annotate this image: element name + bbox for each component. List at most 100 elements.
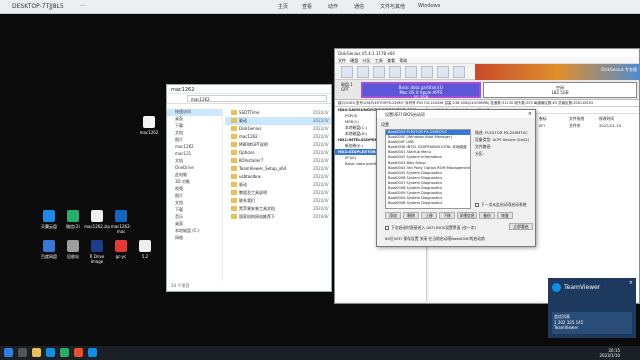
nav-item[interactable]: 下载 (167, 207, 222, 214)
file-date: 2022/4/ (313, 142, 329, 147)
new-partition-icon[interactable] (405, 66, 417, 78)
disk-label: 磁盘 1 GPT (341, 82, 353, 92)
next-boot-checkbox[interactable]: 下一次从此启动项启动系统 (475, 202, 527, 208)
search-icon[interactable] (18, 348, 27, 357)
move-down-button[interactable]: 下移 (439, 212, 455, 219)
toolbar-communicate-button[interactable]: 通信 (354, 3, 364, 10)
table-cell[interactable]: EFI (539, 123, 545, 128)
nav-item[interactable]: 文档 (167, 130, 222, 137)
boot-entry-list[interactable]: Boot0004 PLEXTOR PX-256M7VC Boot000E [Win… (385, 129, 471, 209)
delete-button[interactable]: 删除 (403, 212, 419, 219)
file-row[interactable]: 黑苹果安装工具文档 2022/4/ (225, 205, 331, 213)
file-row[interactable]: SSDTTime 2022/4/ (225, 109, 331, 117)
nav-item[interactable]: 快速访问 (167, 109, 222, 116)
toolbar-view-button[interactable]: 查看 (302, 3, 312, 10)
recover-icon[interactable] (373, 66, 385, 78)
file-row[interactable]: usbtoolbox 2022/4/ (225, 173, 331, 181)
file-row[interactable]: MBR转GPT说明 2022/4/ (225, 141, 331, 149)
backup-button[interactable]: 备份 (479, 212, 495, 219)
partition-apfs[interactable]: Basic data partition(1) Mac OS X Apple AP… (361, 82, 481, 100)
file-row[interactable]: Options 2022/4/ (225, 149, 331, 157)
move-up-button[interactable]: 上移 (421, 212, 437, 219)
toolbar-windows-button[interactable]: Windows (418, 3, 440, 9)
desktop-icon[interactable]: 百度网盘 (36, 240, 62, 260)
nav-item[interactable]: 桌面 (167, 221, 222, 228)
desktop-icon[interactable]: mac1262.zip (84, 210, 110, 229)
restore-button[interactable]: 恢复 (497, 212, 513, 219)
nav-item[interactable]: 3D 对象 (167, 179, 222, 186)
diskgenius-taskbar-icon[interactable] (74, 348, 83, 357)
desktop-icon[interactable]: R Drive Image (84, 240, 110, 264)
restart-button[interactable]: 立即重启 (509, 223, 533, 230)
toolbar-files-button[interactable]: 文件与其他 (380, 3, 405, 10)
wechat-taskbar-icon[interactable] (60, 348, 69, 357)
desktop-icon[interactable]: 5.2 (132, 240, 158, 259)
wechat-icon (67, 210, 79, 222)
desktop-icon-mac1262[interactable]: mac1262 (136, 116, 162, 135)
nav-item[interactable]: mac1262 (167, 144, 222, 151)
session-item[interactable]: 会话列表 1 202 325 145 TeamViewer (552, 312, 632, 334)
enter-bios-checkbox[interactable]: 下次启动时直接进入 UEFI BIOS设置界面 (仅一次) (385, 225, 476, 231)
partition-free[interactable]: 空闲 182.5GB (483, 82, 637, 98)
file-icon (143, 116, 155, 128)
dg-menubar[interactable]: 文件 硬盘 分区 工具 查看 帮助 (335, 57, 639, 64)
file-date: 2022/4/ (313, 150, 329, 155)
explorer-taskbar-icon[interactable] (32, 348, 41, 357)
boot-entry[interactable]: Boot000B System Diagnostics (386, 201, 470, 206)
desktop-icon[interactable]: 微信(2) (60, 210, 86, 230)
nav-item[interactable]: 此电脑 (167, 172, 222, 179)
file-date: 2022/4/ (313, 206, 329, 211)
format-icon[interactable] (421, 66, 433, 78)
file-row[interactable]: mac1262 2022/4/ (225, 133, 331, 141)
taskbar-clock[interactable]: 20:15 2023/1/10 (599, 348, 620, 358)
file-row[interactable]: 国家机构网站推荐下 2016/8/ (225, 213, 331, 221)
nav-item[interactable]: 图片 (167, 137, 222, 144)
file-row[interactable]: 驱动 2022/4/ (225, 117, 331, 125)
file-row[interactable]: 驱动 2022/4/ (225, 181, 331, 189)
search-icon[interactable] (357, 66, 369, 78)
quick-partition-icon[interactable] (389, 66, 401, 78)
nav-item[interactable]: 桌面 (167, 116, 222, 123)
desktop-icon[interactable]: 回收站 (60, 240, 86, 260)
nav-item[interactable]: 文档 (167, 200, 222, 207)
nav-item[interactable]: OneDrive (167, 165, 222, 172)
file-date: 2022/4/ (313, 126, 329, 131)
remote-more-icon[interactable]: ··· (80, 3, 86, 10)
save-icon[interactable] (341, 66, 353, 78)
file-row[interactable]: DiskGenius 2022/4/ (225, 125, 331, 133)
nav-item[interactable]: 视频 (167, 186, 222, 193)
nav-item[interactable]: mac121 (167, 151, 222, 158)
desktop-icon[interactable]: mac1262-mac (108, 210, 134, 234)
nav-item[interactable]: 文档 (167, 158, 222, 165)
nav-item[interactable]: 音乐 (167, 214, 222, 221)
dg-toolbar: DiskGenius 专业版 (335, 64, 640, 80)
teamviewer-taskbar-icon[interactable] (88, 348, 97, 357)
edge-icon[interactable] (46, 348, 55, 357)
file-row[interactable]: 联系我们 2022/4/ (225, 197, 331, 205)
nav-item[interactable]: 本地磁盘 (C:) (167, 228, 222, 235)
nav-item[interactable]: 网络 (167, 235, 222, 242)
details-button[interactable]: 详细信息 (457, 212, 477, 219)
file-name: 国家机构网站推荐下 (239, 214, 275, 219)
desktop-icon[interactable]: 天翼云盘 (36, 210, 62, 230)
nav-item[interactable]: 下载 (167, 123, 222, 130)
close-icon[interactable]: × (629, 280, 633, 286)
file-row[interactable]: KOInstaller7 2022/4/ (225, 157, 331, 165)
desktop-icon[interactable]: gc-yc (108, 240, 134, 259)
address-input[interactable]: mac1262 (187, 95, 327, 102)
boot-entry[interactable]: Boot0004 3rd Party Option ROM Management (386, 166, 470, 171)
folder-icon (231, 142, 237, 147)
disk-info-line: 接口:SATA 型号:ATAPLEXTORPX-256M7 序列号:P02741… (335, 100, 639, 107)
nav-item[interactable]: 图片 (167, 193, 222, 200)
add-button[interactable]: 添加 (385, 212, 401, 219)
file-name: 教程及工具说明 (239, 190, 267, 195)
toolbar-home-button[interactable]: 主页 (278, 3, 288, 10)
backup-icon[interactable] (453, 66, 465, 78)
col-header: 修改时间 (599, 116, 615, 121)
start-icon[interactable] (4, 348, 13, 357)
toolbar-actions-button[interactable]: 动作 (328, 3, 338, 10)
close-icon[interactable]: × (528, 111, 532, 117)
file-row[interactable]: TeamViewer_Setup_x64 2022/4/ (225, 165, 331, 173)
delete-icon[interactable] (437, 66, 449, 78)
file-row[interactable]: 教程及工具说明 2022/4/ (225, 189, 331, 197)
